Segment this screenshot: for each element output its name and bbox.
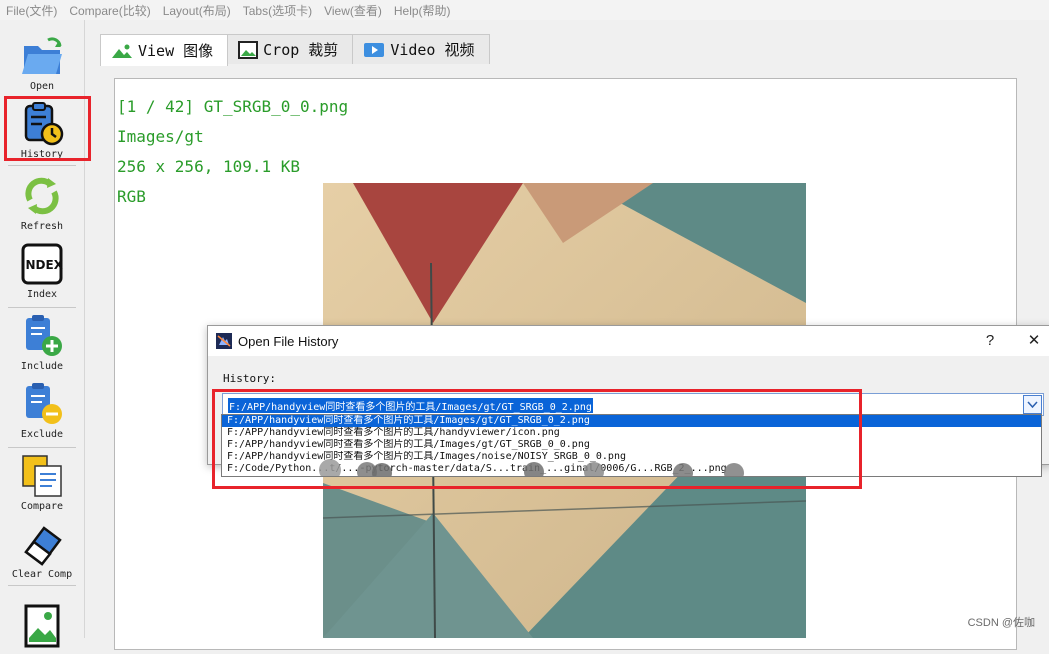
toolbar-separator (8, 307, 76, 308)
image-info-overlay: [1 / 42] GT_SRGB_0_0.png Images/gt 256 x… (117, 92, 348, 212)
tab-view[interactable]: View 图像 (100, 34, 229, 66)
clear-comp-button[interactable]: Clear Comp (0, 520, 84, 580)
refresh-button[interactable]: Refresh (0, 172, 84, 232)
include-button[interactable]: Include (0, 312, 84, 372)
tab-view-label: View 图像 (138, 42, 214, 60)
image-folder: Images/gt (117, 127, 204, 146)
close-button[interactable]: ✕ (1014, 326, 1049, 356)
tab-crop-label: Crop 裁剪 (263, 41, 339, 59)
dialog-titlebar: Open File History ? ✕ (208, 326, 1049, 356)
history-field-label: History: (223, 372, 276, 385)
dropdown-highlight-annotation (212, 389, 862, 489)
image-counter: [1 / 42] GT_SRGB_0_0.png (117, 97, 349, 116)
crop-image-icon (238, 40, 259, 59)
index-label: Index (26, 289, 58, 300)
menu-help[interactable]: Help(帮助) (388, 2, 457, 19)
open-label: Open (29, 81, 55, 92)
index-button[interactable]: INDEX Index (0, 240, 84, 300)
app-icon (216, 333, 232, 349)
tab-video-label: Video 视频 (390, 41, 475, 59)
index-icon: INDEX (18, 240, 66, 288)
video-play-icon (364, 42, 385, 57)
history-highlight-annotation (4, 96, 91, 161)
tab-video[interactable]: Video 视频 (352, 34, 490, 64)
main-tabbar: View 图像 Crop 裁剪 Video 视频 (100, 34, 490, 66)
exclude-label: Exclude (20, 429, 64, 440)
menu-view[interactable]: View(查看) (318, 2, 388, 19)
compare-label: Compare (20, 501, 64, 512)
help-button[interactable]: ? (970, 326, 1010, 356)
refresh-label: Refresh (20, 221, 64, 232)
image-mode: RGB (117, 187, 146, 206)
picture-icon (18, 602, 66, 650)
tab-crop[interactable]: Crop 裁剪 (227, 34, 354, 64)
landscape-icon (112, 44, 132, 58)
eraser-icon (18, 520, 66, 568)
include-clipboard-plus-icon (18, 312, 66, 360)
menu-tabs[interactable]: Tabs(选项卡) (237, 2, 318, 19)
menu-compare[interactable]: Compare(比较) (63, 2, 156, 19)
image-size: 256 x 256, 109.1 KB (117, 157, 301, 176)
index-icon-text: INDEX (21, 258, 64, 272)
include-label: Include (20, 361, 64, 372)
exclude-button[interactable]: Exclude (0, 380, 84, 440)
toolbar-separator (8, 447, 76, 448)
open-button[interactable]: Open (0, 32, 84, 92)
folder-open-icon (18, 32, 66, 80)
dialog-title: Open File History (238, 333, 339, 349)
chevron-down-icon[interactable] (1023, 395, 1042, 414)
exclude-clipboard-minus-icon (18, 380, 66, 428)
watermark: CSDN @佐咖 (967, 617, 1035, 629)
menu-layout[interactable]: Layout(布局) (157, 2, 237, 19)
menu-bar: File(文件) Compare(比较) Layout(布局) Tabs(选项卡… (0, 0, 1049, 20)
left-toolbar: Open History Refresh INDEX Index Include… (0, 20, 91, 648)
compare-button[interactable]: Compare (0, 452, 84, 512)
refresh-icon (18, 172, 66, 220)
menu-file[interactable]: File(文件) (0, 2, 63, 19)
compare-documents-icon (18, 452, 66, 500)
toolbar-separator (8, 585, 76, 586)
image-tool-button[interactable] (0, 602, 84, 650)
toolbar-separator (8, 165, 76, 166)
clear-comp-label: Clear Comp (11, 569, 73, 580)
